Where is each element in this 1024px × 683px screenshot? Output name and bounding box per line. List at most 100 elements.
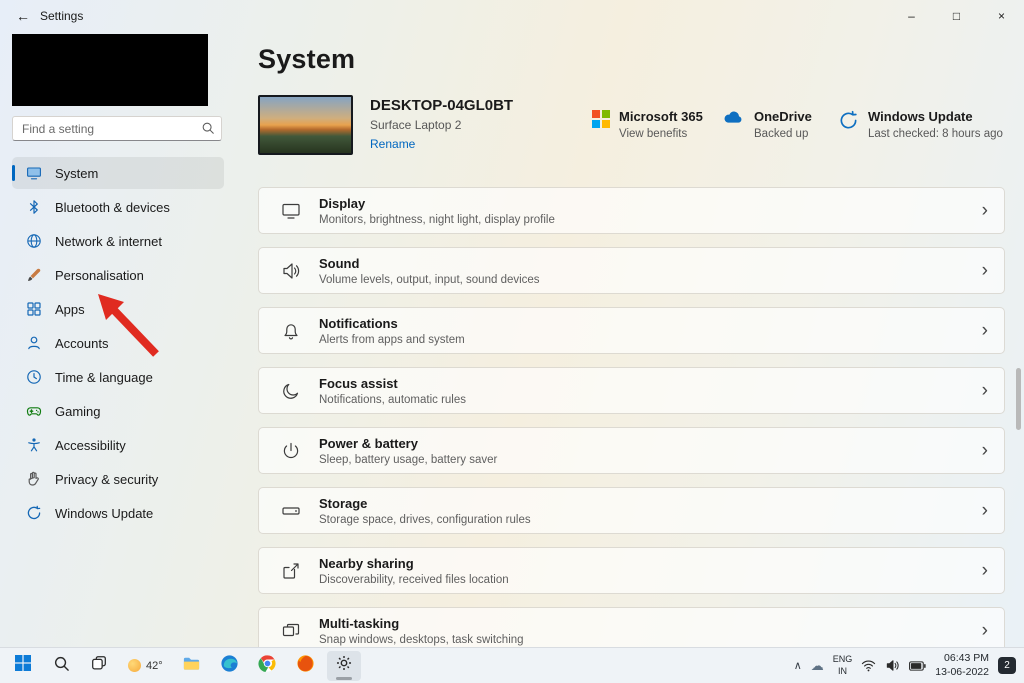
device-name: DESKTOP-04GL0BT	[370, 97, 513, 114]
onedrive-tray-icon[interactable]: ☁	[811, 658, 824, 674]
rename-link[interactable]: Rename	[370, 137, 513, 151]
sidebar-item-label: Gaming	[55, 404, 101, 419]
chevron-right-icon: ›	[982, 201, 988, 220]
task-view-button[interactable]	[82, 651, 116, 681]
sidebar-item-windows-update[interactable]: Windows Update	[12, 497, 224, 529]
settings-taskbar-button[interactable]	[327, 651, 361, 681]
multitask-windows-icon	[281, 621, 301, 641]
sidebar-item-label: Windows Update	[55, 506, 153, 521]
tray-expand-icon[interactable]: ∧	[794, 659, 802, 672]
task-view-icon	[90, 654, 108, 677]
edge-icon	[220, 654, 239, 678]
setting-row-display[interactable]: Display Monitors, brightness, night ligh…	[258, 187, 1005, 234]
firefox-button[interactable]	[289, 651, 323, 681]
firefox-icon	[296, 654, 315, 678]
sidebar-item-label: Network & internet	[55, 234, 162, 249]
device-row: DESKTOP-04GL0BT Surface Laptop 2 Rename …	[258, 95, 1005, 157]
microsoft-365-card[interactable]: Microsoft 365 View benefits	[592, 109, 703, 140]
edge-button[interactable]	[213, 651, 247, 681]
power-icon	[281, 441, 301, 461]
setting-row-notifications[interactable]: Notifications Alerts from apps and syste…	[258, 307, 1005, 354]
sidebar-item-time-language[interactable]: Time & language	[12, 361, 224, 393]
sidebar-item-gaming[interactable]: Gaming	[12, 395, 224, 427]
battery-icon[interactable]	[909, 661, 926, 671]
sidebar-item-label: Privacy & security	[55, 472, 158, 487]
sidebar-item-personalisation[interactable]: Personalisation	[12, 259, 224, 291]
sidebar-item-label: System	[55, 166, 98, 181]
annotation-arrow	[92, 288, 172, 363]
taskbar-search-button[interactable]	[44, 651, 78, 681]
setting-row-sound[interactable]: Sound Volume levels, output, input, soun…	[258, 247, 1005, 294]
minimize-button[interactable]: –	[889, 0, 934, 32]
apps-grid-icon	[26, 301, 42, 317]
back-button[interactable]: ←	[6, 1, 40, 31]
weather-sun-icon	[128, 659, 141, 672]
accessibility-icon	[26, 437, 42, 453]
search-input[interactable]	[12, 116, 222, 141]
storage-drive-icon	[281, 501, 301, 521]
setting-subtitle: Sleep, battery usage, battery saver	[319, 454, 497, 466]
setting-title: Notifications	[319, 316, 465, 331]
sidebar-item-privacy-security[interactable]: Privacy & security	[12, 463, 224, 495]
language-indicator[interactable]: ENG IN	[833, 654, 853, 677]
bell-icon	[281, 321, 301, 341]
taskbar: 42° ∧ ☁ ENG IN	[0, 647, 1024, 683]
setting-title: Nearby sharing	[319, 556, 509, 571]
folder-icon	[182, 654, 201, 678]
moon-icon	[281, 381, 301, 401]
widgets-weather-button[interactable]: 42°	[120, 651, 171, 681]
setting-title: Focus assist	[319, 376, 466, 391]
maximize-button[interactable]: □	[934, 0, 979, 32]
close-button[interactable]: ×	[979, 0, 1024, 32]
volume-icon[interactable]	[885, 658, 900, 673]
notification-count-badge[interactable]: 2	[998, 657, 1016, 674]
setting-row-power-battery[interactable]: Power & battery Sleep, battery usage, ba…	[258, 427, 1005, 474]
sidebar-item-system[interactable]: System	[12, 157, 224, 189]
setting-subtitle: Alerts from apps and system	[319, 334, 465, 346]
sidebar-item-accessibility[interactable]: Accessibility	[12, 429, 224, 461]
titlebar: ← Settings – □ ×	[0, 0, 1024, 32]
view-benefits-link[interactable]: View benefits	[619, 128, 703, 140]
chevron-right-icon: ›	[982, 261, 988, 280]
sidebar-item-label: Accessibility	[55, 438, 126, 453]
setting-title: Multi-tasking	[319, 616, 524, 631]
setting-row-focus-assist[interactable]: Focus assist Notifications, automatic ru…	[258, 367, 1005, 414]
status-title: Microsoft 365	[619, 109, 703, 124]
window-controls: – □ ×	[889, 0, 1024, 32]
start-button[interactable]	[6, 651, 40, 681]
chevron-right-icon: ›	[982, 321, 988, 340]
bluetooth-icon	[26, 199, 42, 215]
file-explorer-button[interactable]	[175, 651, 209, 681]
setting-subtitle: Notifications, automatic rules	[319, 394, 466, 406]
privacy-hand-icon	[26, 471, 42, 487]
device-thumbnail	[258, 95, 353, 155]
status-title: Windows Update	[868, 109, 1003, 124]
weather-temperature: 42°	[146, 660, 163, 672]
setting-title: Power & battery	[319, 436, 497, 451]
chrome-button[interactable]	[251, 651, 285, 681]
language-line1: ENG	[833, 654, 853, 666]
taskbar-date: 13-06-2022	[935, 666, 989, 680]
share-icon	[281, 561, 301, 581]
sidebar-item-label: Apps	[55, 302, 85, 317]
onedrive-cloud-icon	[722, 110, 745, 140]
language-line2: IN	[833, 666, 853, 678]
sidebar-item-bluetooth-devices[interactable]: Bluetooth & devices	[12, 191, 224, 223]
chevron-right-icon: ›	[982, 381, 988, 400]
setting-row-storage[interactable]: Storage Storage space, drives, configura…	[258, 487, 1005, 534]
taskbar-clock[interactable]: 06:43 PM 13-06-2022	[935, 652, 989, 679]
setting-subtitle: Discoverability, received files location	[319, 574, 509, 586]
onedrive-card[interactable]: OneDrive Backed up	[722, 109, 812, 140]
display-icon	[281, 201, 301, 221]
setting-subtitle: Storage space, drives, configuration rul…	[319, 514, 531, 526]
setting-subtitle: Snap windows, desktops, task switching	[319, 634, 524, 646]
wifi-icon[interactable]	[861, 658, 876, 673]
settings-list: Display Monitors, brightness, night ligh…	[258, 187, 1005, 654]
sidebar-item-network-internet[interactable]: Network & internet	[12, 225, 224, 257]
windows-update-card[interactable]: Windows Update Last checked: 8 hours ago	[838, 109, 1003, 140]
setting-row-nearby-sharing[interactable]: Nearby sharing Discoverability, received…	[258, 547, 1005, 594]
setting-title: Display	[319, 196, 555, 211]
chevron-right-icon: ›	[982, 441, 988, 460]
scrollbar-thumb[interactable]	[1016, 368, 1021, 430]
taskbar-time: 06:43 PM	[935, 652, 989, 666]
